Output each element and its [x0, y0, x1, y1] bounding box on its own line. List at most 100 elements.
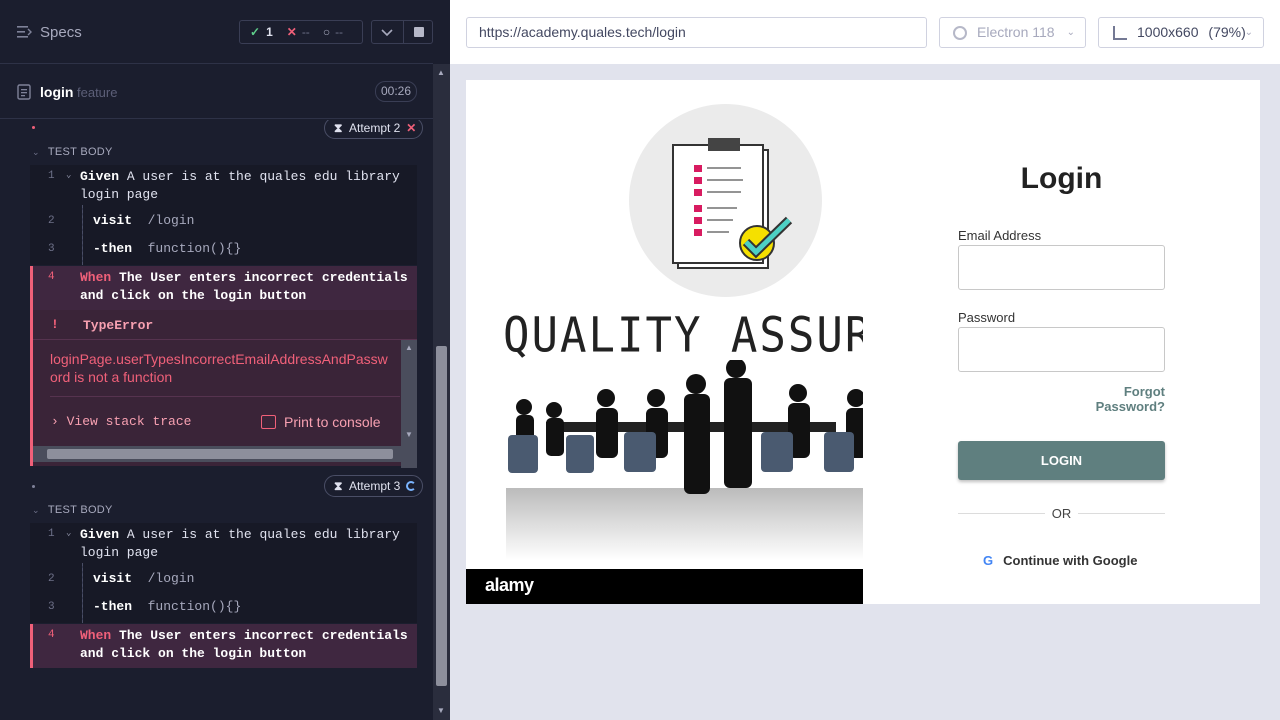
reporter-panel: Specs ✓ 1 ✕ -- ○ -- login feature 00:26: [0, 0, 450, 720]
command-number: 3: [48, 601, 55, 613]
password-field[interactable]: [958, 327, 1165, 372]
error-panel: ! TypeError loginPage.userTypesIncorrect…: [30, 310, 417, 468]
hero-headline: QUALITY ASSURA: [503, 307, 863, 364]
print-to-console-button[interactable]: Print to console: [261, 414, 381, 430]
pending-count: --: [335, 25, 344, 39]
scroll-up-arrow-icon[interactable]: ▲: [405, 343, 413, 352]
command-number: 2: [48, 215, 55, 227]
attempt-3-tag[interactable]: ⧗ Attempt 3: [324, 475, 424, 497]
aut-panel: https://academy.quales.tech/login Electr…: [450, 0, 1280, 720]
hourglass-icon: ⧗: [334, 121, 343, 135]
specs-list-icon[interactable]: [17, 25, 32, 39]
scroll-up-arrow-icon[interactable]: ▲: [437, 68, 445, 77]
ruler-icon: [1113, 26, 1127, 40]
command-number: 4: [48, 629, 55, 641]
chevron-down-icon: ⌄: [1244, 27, 1253, 38]
error-message: loginPage.userTypesIncorrectEmailAddress…: [50, 351, 388, 385]
chevron-down-icon[interactable]: ⌄: [66, 170, 71, 180]
terminal-icon: [261, 415, 276, 429]
electron-icon: [953, 26, 967, 40]
failed-x-icon: ✕: [286, 25, 297, 39]
error-bang-icon: !: [51, 317, 59, 332]
stop-square-icon: [414, 27, 424, 37]
scroll-down-arrow-icon[interactable]: ▼: [405, 430, 413, 439]
command-text: When The User enters incorrect credentia…: [80, 270, 408, 303]
passed-count: 1: [266, 25, 273, 39]
attempt-2-tag[interactable]: ⧗ Attempt 2 ✕: [324, 120, 424, 139]
command-row[interactable]: Given A user is at the quales edu librar…: [80, 526, 400, 562]
app-under-test: QUALITY ASSURA alamy Login Email Address…: [466, 80, 1260, 604]
command-row[interactable]: -then function(){}: [93, 240, 241, 258]
watermark-logo: alamy: [485, 575, 534, 595]
zoom-level: (79%): [1208, 24, 1246, 40]
command-number: 4: [48, 271, 55, 283]
browser-selector[interactable]: Electron 118 ⌄: [939, 17, 1086, 48]
specs-title[interactable]: Specs: [40, 24, 82, 41]
clipboard-checklist-icon: [672, 138, 793, 269]
divider: [50, 396, 400, 397]
viewport-info[interactable]: 1000x660 (79%) ⌄: [1098, 17, 1264, 48]
scroll-down-arrow-icon[interactable]: ▼: [437, 706, 445, 715]
password-label: Password: [958, 310, 1016, 325]
attempt-dot: [32, 485, 35, 488]
hero-image: QUALITY ASSURA alamy: [466, 80, 863, 604]
nested-divider: [82, 563, 83, 623]
collapse-all-button[interactable]: [371, 20, 404, 44]
command-row[interactable]: visit /login: [93, 570, 194, 588]
document-icon: [17, 84, 31, 100]
error-type: TypeError: [83, 318, 154, 333]
chevron-down-icon[interactable]: ⌄: [66, 528, 71, 538]
spec-title-row: login feature 00:26: [0, 65, 433, 119]
email-field[interactable]: [958, 245, 1165, 290]
test-body-section[interactable]: ⌄ TEST BODY: [32, 146, 113, 158]
attempt-2-label: Attempt 2: [349, 121, 401, 135]
command-row[interactable]: -then function(){}: [93, 598, 241, 616]
login-button[interactable]: LOGIN: [958, 441, 1165, 480]
aut-toolbar: https://academy.quales.tech/login Electr…: [450, 0, 1280, 64]
forgot-password-link[interactable]: Forgot Password?: [1053, 384, 1165, 414]
attempt-3-label: Attempt 3: [349, 479, 401, 493]
running-spinner-icon: [406, 481, 417, 491]
pending-circle-icon: ○: [322, 25, 331, 39]
command-row[interactable]: visit /login: [93, 212, 194, 230]
command-group: 1 ⌄ Given A user is at the quales edu li…: [30, 523, 417, 623]
chevron-right-icon: ›: [51, 414, 59, 429]
login-form: Login Email Address Password Forgot Pass…: [863, 80, 1260, 604]
section-label: TEST BODY: [47, 146, 113, 158]
command-number: 1: [48, 528, 55, 540]
chevron-down-icon: ⌄: [32, 505, 40, 515]
meeting-silhouette-image: [506, 360, 863, 560]
error-horizontal-scrollbar[interactable]: [33, 446, 417, 462]
command-text: When The User enters incorrect credentia…: [80, 628, 408, 661]
test-stats: ✓ 1 ✕ -- ○ --: [239, 20, 363, 44]
command-row[interactable]: Given A user is at the quales edu librar…: [80, 168, 400, 204]
spec-duration: 00:26: [375, 81, 418, 102]
view-stack-trace-link[interactable]: › View stack trace: [51, 414, 191, 429]
failed-command-row[interactable]: 4 When The User enters incorrect credent…: [30, 266, 417, 310]
command-number: 1: [48, 170, 55, 182]
browser-name: Electron 118: [977, 24, 1055, 40]
command-group: 1 ⌄ Given A user is at the quales edu li…: [30, 165, 417, 265]
failed-command-row[interactable]: 4 When The User enters incorrect credent…: [30, 624, 417, 668]
spec-name: login: [40, 84, 74, 100]
error-header: ! TypeError: [33, 310, 417, 340]
viewport-size: 1000x660: [1137, 24, 1199, 40]
google-login-button[interactable]: G Continue with Google: [983, 553, 1137, 568]
chevron-down-icon: ⌄: [1066, 27, 1075, 38]
reporter-header: Specs ✓ 1 ✕ -- ○ --: [0, 0, 433, 64]
test-body-section[interactable]: ⌄ TEST BODY: [32, 504, 113, 516]
passed-check-icon: ✓: [250, 25, 261, 39]
divider: [1078, 513, 1165, 514]
stop-button[interactable]: [403, 20, 433, 44]
scrollbar-thumb[interactable]: [436, 346, 447, 686]
hourglass-icon: ⧗: [334, 479, 343, 493]
url-bar[interactable]: https://academy.quales.tech/login: [466, 17, 927, 48]
command-number: 2: [48, 573, 55, 585]
failed-x-icon: ✕: [406, 121, 417, 135]
reporter-vertical-scrollbar[interactable]: ▲ ▼: [433, 64, 450, 720]
scrollbar-thumb[interactable]: [47, 449, 393, 459]
command-log[interactable]: ⧗ Attempt 2 ✕ ⌄ TEST BODY 1 ⌄ Given A use…: [0, 120, 433, 680]
email-label: Email Address: [958, 228, 1042, 243]
command-number: 3: [48, 243, 55, 255]
attempt-dot: [32, 126, 35, 129]
